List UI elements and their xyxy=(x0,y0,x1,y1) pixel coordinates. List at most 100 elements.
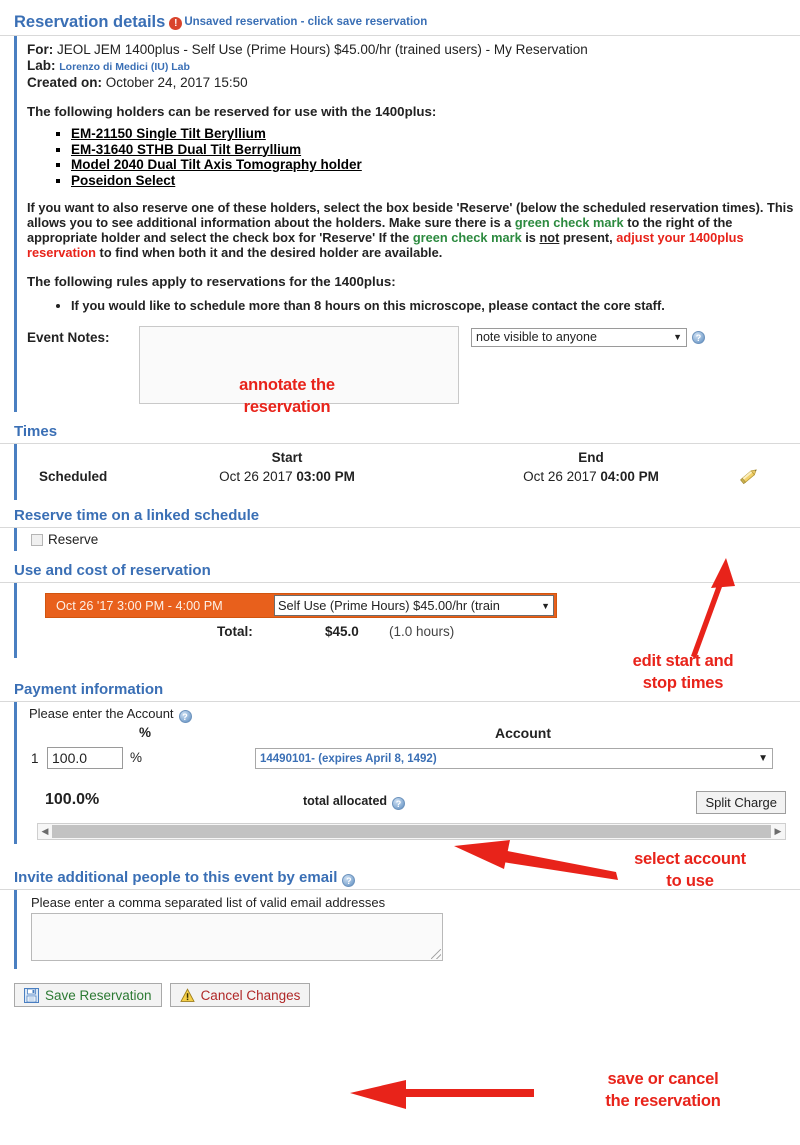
percent-sign: % xyxy=(130,750,143,765)
pencil-icon[interactable] xyxy=(738,466,760,486)
holder-link[interactable]: EM-21150 Single Tilt Beryllium xyxy=(71,126,266,141)
help-icon[interactable]: ? xyxy=(392,797,406,810)
resize-grip-icon[interactable] xyxy=(431,949,441,959)
explain-green-1: green check mark xyxy=(514,215,624,230)
help-icon[interactable]: ? xyxy=(178,710,192,723)
holders-list: EM-21150 Single Tilt Beryllium EM-31640 … xyxy=(27,126,800,188)
payment-row: 1 100.0 % 14490101- (expires April 8, 14… xyxy=(27,747,800,773)
unsaved-reservation-notice: Unsaved reservation - click save reserva… xyxy=(184,16,428,28)
reservation-lab-line: Lab: Lorenzo di Medici (IU) Lab xyxy=(27,58,800,75)
chevron-down-icon: ▼ xyxy=(673,332,682,342)
total-hours: (1.0 hours) xyxy=(389,624,455,639)
table-row: Oct 26 2017 03:00 PM xyxy=(203,469,371,484)
times-body: Start End Scheduled Oct 26 2017 03:00 PM… xyxy=(14,444,800,500)
start-time: 03:00 PM xyxy=(296,469,355,484)
annotation-account: select account to use xyxy=(634,850,746,890)
linked-schedule-body: Reserve xyxy=(14,528,800,551)
reservation-for-line: For: JEOL JEM 1400plus - Self Use (Prime… xyxy=(27,42,800,58)
horizontal-scrollbar[interactable]: ◀ ▶ xyxy=(37,823,786,840)
annotation-footer: save or cancel the reservation xyxy=(605,1070,721,1110)
list-item[interactable]: Model 2040 Dual Tilt Axis Tomography hol… xyxy=(71,157,800,173)
note-visibility-group: note visible to anyone ▼ ? xyxy=(471,326,705,347)
times-row-label: Scheduled xyxy=(39,469,108,484)
cost-total-row: Total: $45.0 (1.0 hours) xyxy=(17,624,800,642)
lab-label: Lab: xyxy=(27,58,56,73)
scroll-right-arrow-icon[interactable]: ▶ xyxy=(771,826,785,837)
page-title: Reservation details! Unsaved reservation … xyxy=(0,12,800,36)
invite-emails-textarea[interactable] xyxy=(31,913,443,961)
rate-select[interactable]: Self Use (Prime Hours) $45.00/hr (train … xyxy=(274,595,554,616)
account-select[interactable]: 14490101- (expires April 8, 1492) ▼ xyxy=(255,748,773,769)
cancel-changes-button[interactable]: Cancel Changes xyxy=(169,983,311,1007)
payment-column-headers: % Account xyxy=(27,725,800,743)
column-header-percent: % xyxy=(139,725,152,740)
for-value: JEOL JEM 1400plus - Self Use (Prime Hour… xyxy=(57,42,588,57)
times-grid: Start End Scheduled Oct 26 2017 03:00 PM… xyxy=(27,448,800,494)
help-icon[interactable]: ? xyxy=(692,331,705,344)
event-notes-label: Event Notes: xyxy=(27,330,110,345)
scroll-left-arrow-icon[interactable]: ◀ xyxy=(38,826,52,837)
annotation-arrow-footer xyxy=(350,1080,534,1109)
explain-part-5: to find when both it and the desired hol… xyxy=(96,245,443,260)
row-number: 1 xyxy=(31,751,39,766)
reserve-checkbox-row[interactable]: Reserve xyxy=(27,528,800,551)
chevron-down-icon: ▼ xyxy=(541,600,550,611)
times-col-end-header: End xyxy=(578,450,604,465)
times-heading: Times xyxy=(0,422,800,444)
lab-value[interactable]: Lorenzo di Medici (IU) Lab xyxy=(59,61,190,73)
holder-link[interactable]: Poseidon Select xyxy=(71,173,175,188)
list-item: If you would like to schedule more than … xyxy=(71,298,800,314)
explain-part-3: is xyxy=(521,230,540,245)
explain-green-2: green check mark xyxy=(412,230,522,245)
rules-list: If you would like to schedule more than … xyxy=(27,298,800,314)
holder-link[interactable]: EM-31640 STHB Dual Tilt Berryllium xyxy=(71,142,301,157)
page-title-text: Reservation details xyxy=(14,13,166,31)
explain-part-4: present, xyxy=(559,230,617,245)
scrollbar-thumb[interactable] xyxy=(52,825,771,838)
rate-select-value: Self Use (Prime Hours) $45.00/hr (train xyxy=(278,598,500,613)
explain-not: not xyxy=(539,230,560,245)
note-visibility-value: note visible to anyone xyxy=(476,330,597,344)
save-reservation-button[interactable]: Save Reservation xyxy=(14,983,162,1007)
reserve-checkbox[interactable] xyxy=(31,534,43,546)
total-allocated-label: total allocated? xyxy=(303,794,406,810)
end-time: 04:00 PM xyxy=(600,469,659,484)
total-amount: $45.0 xyxy=(325,624,359,639)
linked-schedule-heading: Reserve time on a linked schedule xyxy=(0,506,800,528)
total-allocated-text: total allocated xyxy=(303,794,388,808)
column-header-account: Account xyxy=(495,725,551,741)
split-charge-button[interactable]: Split Charge xyxy=(696,791,786,814)
total-allocated-row: 100.0% total allocated? Split Charge xyxy=(27,791,800,814)
list-item[interactable]: EM-21150 Single Tilt Beryllium xyxy=(71,126,800,142)
payment-hint-text: Please enter the Account xyxy=(29,706,174,721)
start-date: Oct 26 2017 xyxy=(219,469,297,484)
total-allocated-percent: 100.0% xyxy=(45,791,100,808)
list-item[interactable]: EM-31640 STHB Dual Tilt Berryllium xyxy=(71,142,800,158)
holders-explanation: If you want to also reserve one of these… xyxy=(27,200,799,260)
use-cost-heading: Use and cost of reservation xyxy=(0,561,800,583)
percent-input[interactable]: 100.0 xyxy=(47,747,123,769)
chevron-down-icon: ▼ xyxy=(758,753,768,764)
account-select-value: 14490101- (expires April 8, 1492) xyxy=(260,752,437,765)
reserve-label: Reserve xyxy=(48,532,99,547)
payment-body: Please enter the Account? % Account 1 10… xyxy=(14,702,800,844)
invite-body: Please enter a comma separated list of v… xyxy=(14,890,800,969)
percent-input-value: 100.0 xyxy=(52,750,88,766)
end-date: Oct 26 2017 xyxy=(523,469,601,484)
total-label: Total: xyxy=(217,624,253,639)
rules-intro: The following rules apply to reservation… xyxy=(27,274,396,289)
note-visibility-select[interactable]: note visible to anyone ▼ xyxy=(471,328,687,347)
floppy-disk-icon xyxy=(24,987,39,1003)
invite-hint: Please enter a comma separated list of v… xyxy=(31,895,386,910)
list-item[interactable]: Poseidon Select xyxy=(71,173,800,189)
holders-intro: The following holders can be reserved fo… xyxy=(27,104,437,119)
warning-triangle-icon xyxy=(179,987,195,1003)
holder-link[interactable]: Model 2040 Dual Tilt Axis Tomography hol… xyxy=(71,157,362,172)
table-row: Oct 26 2017 04:00 PM xyxy=(507,469,675,484)
invite-heading-text: Invite additional people to this event b… xyxy=(14,869,338,886)
reservation-details-page: Reservation details! Unsaved reservation … xyxy=(0,0,800,1145)
error-icon: ! xyxy=(169,17,183,30)
times-col-start-header: Start xyxy=(271,450,303,465)
help-icon[interactable]: ? xyxy=(342,874,356,887)
save-reservation-label: Save Reservation xyxy=(45,987,152,1003)
